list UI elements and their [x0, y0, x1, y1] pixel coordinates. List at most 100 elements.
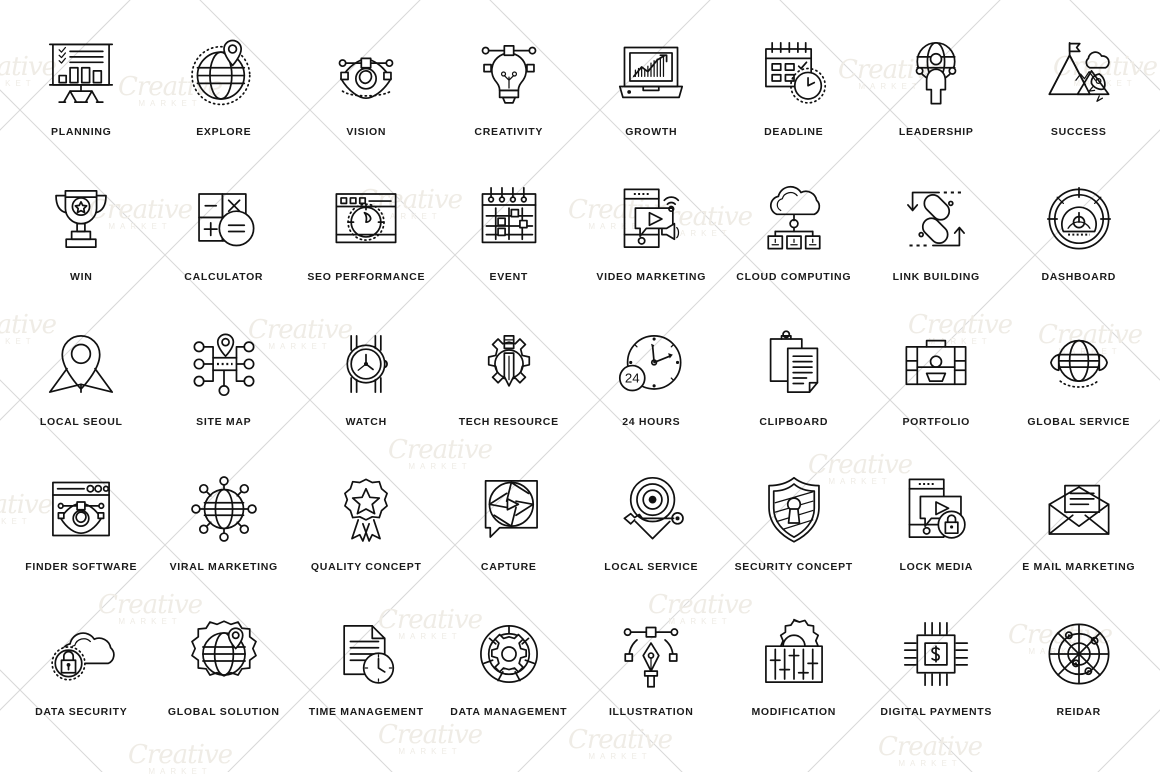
icon-cell-data-security[interactable]: DATA SECURITY	[10, 608, 153, 753]
icon-cell-security-concept[interactable]: SECURITY CONCEPT	[723, 463, 866, 608]
icon-cell-data-management[interactable]: DATA MANAGEMENT	[438, 608, 581, 753]
calendar-clock-icon	[748, 28, 840, 120]
trophy-star-icon	[35, 173, 127, 265]
icon-label-tech-resource: TECH RESOURCE	[458, 416, 559, 428]
icon-cell-win[interactable]: WIN	[10, 173, 153, 318]
icon-label-local-seoul: LOCAL SEOUL	[39, 416, 123, 428]
icon-cell-global-service[interactable]: GLOBAL SERVICE	[1008, 318, 1151, 463]
icon-label-24-hours: 24 HOURS	[622, 416, 681, 428]
pen-nib-vector-icon	[605, 608, 697, 700]
chain-arrows-icon	[890, 173, 982, 265]
person-globe-icon	[890, 28, 982, 120]
icon-cell-viral-marketing[interactable]: VIRAL MARKETING	[153, 463, 296, 608]
phone-video-lock-icon	[890, 463, 982, 555]
icon-cell-local-service[interactable]: LOCAL SERVICE	[580, 463, 723, 608]
icon-cell-calculator[interactable]: CALCULATOR	[153, 173, 296, 318]
icon-label-planning: PLANNING	[51, 126, 112, 138]
icon-cell-portfolio[interactable]: PORTFOLIO	[865, 318, 1008, 463]
shutter-chat-icon	[463, 463, 555, 555]
icon-cell-local-seoul[interactable]: LOCAL SEOUL	[10, 318, 153, 463]
icon-label-global-service: GLOBAL SERVICE	[1027, 416, 1131, 428]
icon-cell-event[interactable]: EVENT	[438, 173, 581, 318]
watermark-sub-text: MARKET	[898, 759, 962, 768]
icon-cell-watch[interactable]: WATCH	[295, 318, 438, 463]
icon-cell-explore[interactable]: EXPLORE	[153, 28, 296, 173]
icon-label-vision: VISION	[346, 126, 387, 138]
document-clock-icon	[320, 608, 412, 700]
target-wrench-pin-icon	[605, 463, 697, 555]
icon-cell-time-management[interactable]: TIME MANAGEMENT	[295, 608, 438, 753]
envelope-letter-icon	[1033, 463, 1125, 555]
mountain-flag-rocket-icon	[1033, 28, 1125, 120]
icon-label-leadership: LEADERSHIP	[898, 126, 974, 138]
icon-label-global-solution: GLOBAL SOLUTION	[167, 706, 280, 718]
icon-label-deadline: DEADLINE	[764, 126, 824, 138]
cloud-lock-icon	[35, 608, 127, 700]
globe-headset-icon	[1033, 318, 1125, 410]
icon-cell-seo-performance[interactable]: SEO PERFORMANCE	[295, 173, 438, 318]
icon-label-quality-concept: QUALITY CONCEPT	[310, 561, 422, 573]
icon-cell-clipboard[interactable]: CLIPBOARD	[723, 318, 866, 463]
icon-cell-growth[interactable]: GROWTH	[580, 28, 723, 173]
icon-label-cloud-computing: CLOUD COMPUTING	[736, 271, 852, 283]
cloud-network-icon	[748, 173, 840, 265]
briefcase-icon	[890, 318, 982, 410]
watermark-sub-text: MARKET	[148, 767, 212, 776]
icon-cell-lock-media[interactable]: LOCK MEDIA	[865, 463, 1008, 608]
icon-label-viral-marketing: VIRAL MARKETING	[169, 561, 278, 573]
icon-label-event: EVENT	[489, 271, 528, 283]
icon-cell-modification[interactable]: MODIFICATION	[723, 608, 866, 753]
icon-cell-dashboard[interactable]: DASHBOARD	[1008, 173, 1151, 318]
browser-eye-icon	[35, 463, 127, 555]
watermark-sub-text: MARKET	[588, 752, 652, 761]
icon-label-illustration: ILLUSTRATION	[608, 706, 694, 718]
icon-cell-success[interactable]: SUCCESS	[1008, 28, 1151, 173]
icon-label-security-concept: SECURITY CONCEPT	[734, 561, 853, 573]
globe-pin-icon	[178, 28, 270, 120]
icon-label-explore: EXPLORE	[196, 126, 252, 138]
icon-label-seo-performance: SEO PERFORMANCE	[307, 271, 426, 283]
sitemap-nodes-icon	[178, 318, 270, 410]
icon-cell-link-building[interactable]: LINK BUILDING	[865, 173, 1008, 318]
icon-label-time-management: TIME MANAGEMENT	[308, 706, 424, 718]
icon-label-calculator: CALCULATOR	[184, 271, 264, 283]
icon-label-data-security: DATA SECURITY	[35, 706, 128, 718]
icon-label-win: WIN	[69, 271, 93, 283]
icon-cell-24-hours[interactable]: 24 24 HOURS	[580, 318, 723, 463]
icon-label-watch: WATCH	[345, 416, 387, 428]
icon-cell-e-mail-marketing[interactable]: E MAIL MARKETING	[1008, 463, 1151, 608]
icon-cell-leadership[interactable]: LEADERSHIP	[865, 28, 1008, 173]
gear-pencil-icon	[463, 318, 555, 410]
icon-cell-planning[interactable]: PLANNING	[10, 28, 153, 173]
donut-gear-icon	[463, 608, 555, 700]
icon-cell-capture[interactable]: CAPTURE	[438, 463, 581, 608]
eye-vector-icon	[320, 28, 412, 120]
icon-cell-digital-payments[interactable]: DIGITAL PAYMENTS	[865, 608, 1008, 753]
icon-cell-video-marketing[interactable]: VIDEO MARKETING	[580, 173, 723, 318]
icon-cell-finder-software[interactable]: FINDER SOFTWARE	[10, 463, 153, 608]
gear-globe-pin-icon	[178, 608, 270, 700]
phone-video-speaker-icon	[605, 173, 697, 265]
icon-grid: PLANNING EXPLORE VISION CREATIVITY GROWT…	[0, 0, 1160, 753]
shield-keyhole-icon	[748, 463, 840, 555]
icon-cell-deadline[interactable]: DEADLINE	[723, 28, 866, 173]
clipboard-docs-icon	[748, 318, 840, 410]
icon-cell-quality-concept[interactable]: QUALITY CONCEPT	[295, 463, 438, 608]
chip-dollar-icon	[890, 608, 982, 700]
icon-label-clipboard: CLIPBOARD	[759, 416, 829, 428]
icon-cell-tech-resource[interactable]: TECH RESOURCE	[438, 318, 581, 463]
icon-cell-reidar[interactable]: REIDAR	[1008, 608, 1151, 753]
icon-cell-site-map[interactable]: SITE MAP	[153, 318, 296, 463]
icon-cell-vision[interactable]: VISION	[295, 28, 438, 173]
clock-24-icon: 24	[605, 318, 697, 410]
icon-cell-creativity[interactable]: CREATIVITY	[438, 28, 581, 173]
icon-label-local-service: LOCAL SERVICE	[604, 561, 699, 573]
icon-cell-global-solution[interactable]: GLOBAL SOLUTION	[153, 608, 296, 753]
icon-label-site-map: SITE MAP	[196, 416, 252, 428]
presentation-chart-icon	[35, 28, 127, 120]
icon-cell-illustration[interactable]: ILLUSTRATION	[580, 608, 723, 753]
icon-label-e-mail-marketing: E MAIL MARKETING	[1022, 561, 1136, 573]
icon-label-digital-payments: DIGITAL PAYMENTS	[880, 706, 993, 718]
icon-cell-cloud-computing[interactable]: CLOUD COMPUTING	[723, 173, 866, 318]
icon-label-video-marketing: VIDEO MARKETING	[596, 271, 707, 283]
